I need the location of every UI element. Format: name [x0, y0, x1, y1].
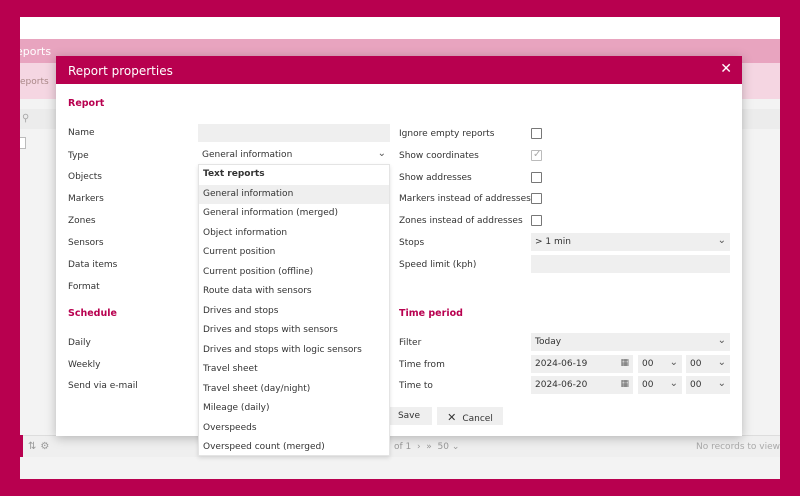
dropdown-option[interactable]: Drives and stops with logic sensors	[199, 341, 389, 361]
report-properties-dialog: Report properties ✕ Report Name Type Gen…	[56, 56, 742, 456]
speed-limit-input[interactable]	[531, 255, 730, 273]
chevron-down-icon: ⌄	[377, 148, 386, 159]
format-label: Format	[68, 282, 100, 292]
dropdown-option[interactable]: Current position (offline)	[199, 263, 389, 283]
dropdown-option[interactable]: Mileage (daily)	[199, 399, 389, 419]
send-email-label: Send via e-mail	[68, 381, 138, 391]
search-icon: ⚲	[22, 113, 30, 124]
stops-select-value: > 1 min	[535, 237, 571, 247]
zones-instead-checkbox[interactable]	[531, 215, 542, 226]
show-coordinates-checkbox[interactable]	[531, 149, 542, 161]
markers-instead-label: Markers instead of addresses	[399, 194, 531, 204]
time-to-hour-select[interactable]: 00 ⌄	[638, 376, 682, 394]
stops-label: Stops	[399, 238, 425, 248]
dropdown-option[interactable]: Travel sheet (day/night)	[199, 380, 389, 400]
time-to-date-value: 2024-06-20	[535, 380, 588, 390]
name-input[interactable]	[198, 124, 390, 142]
cancel-button[interactable]: ✕ Cancel	[437, 407, 503, 425]
data-items-label: Data items	[68, 260, 118, 270]
time-to-date-input[interactable]: 2024-06-20 ▦	[531, 376, 633, 394]
markers-label: Markers	[68, 194, 104, 204]
app-left-accent	[20, 435, 23, 457]
show-addresses-label: Show addresses	[399, 173, 472, 183]
ignore-empty-label: Ignore empty reports	[399, 129, 495, 139]
show-addresses-checkbox[interactable]	[531, 172, 542, 183]
dropdown-option[interactable]: Drives and stops with sensors	[199, 321, 389, 341]
type-label: Type	[68, 151, 89, 161]
markers-instead-checkbox[interactable]	[531, 193, 542, 204]
type-select[interactable]: General information ⌄	[198, 146, 390, 164]
report-section-title: Report	[68, 98, 105, 109]
name-label: Name	[68, 128, 95, 138]
objects-label: Objects	[68, 172, 103, 182]
filter-select-value: Today	[535, 337, 562, 347]
app-header-title: eports	[20, 45, 52, 58]
zones-label: Zones	[68, 216, 96, 226]
time-from-date-value: 2024-06-19	[535, 359, 588, 369]
schedule-section-title: Schedule	[68, 308, 117, 319]
cancel-button-label: Cancel	[462, 414, 493, 424]
dropdown-option[interactable]: Overspeeds	[199, 419, 389, 439]
time-from-date-input[interactable]: 2024-06-19 ▦	[531, 355, 633, 373]
chevron-down-icon: ⌄	[669, 357, 678, 368]
refresh-icon[interactable]: ⇅⚙	[28, 441, 53, 452]
dropdown-option[interactable]: Object information	[199, 224, 389, 244]
chevron-down-icon: ⌄	[717, 378, 726, 389]
dropdown-option[interactable]: Current position	[199, 243, 389, 263]
weekly-label: Weekly	[68, 360, 101, 370]
dialog-title-bar: Report properties ✕	[56, 56, 742, 84]
speed-limit-label: Speed limit (kph)	[399, 260, 477, 270]
time-to-label: Time to	[399, 381, 433, 391]
close-icon[interactable]: ✕	[720, 61, 732, 77]
filter-select[interactable]: Today ⌄	[531, 333, 730, 351]
dropdown-option[interactable]: Travel sheet	[199, 360, 389, 380]
dropdown-group-label: Text reports	[203, 169, 265, 179]
chevron-down-icon: ⌄	[669, 378, 678, 389]
chevron-down-icon: ⌄	[717, 357, 726, 368]
time-from-minute-select[interactable]: 00 ⌄	[686, 355, 730, 373]
app-footer: ⇅⚙ of 1 › » 50 ⌄ No records to view	[20, 435, 780, 457]
calendar-icon[interactable]: ▦	[620, 358, 629, 368]
calendar-icon[interactable]: ▦	[620, 379, 629, 389]
save-button-label: Save	[397, 411, 421, 421]
time-to-minute-select[interactable]: 00 ⌄	[686, 376, 730, 394]
close-icon: ✕	[447, 411, 457, 424]
type-dropdown-list: Text reports General information General…	[198, 164, 390, 456]
zones-instead-label: Zones instead of addresses	[399, 216, 523, 226]
chevron-down-icon: ⌄	[717, 235, 726, 246]
dialog-title: Report properties	[68, 64, 173, 78]
time-to-hour-value: 00	[642, 380, 654, 390]
footer-status: No records to view	[695, 442, 780, 452]
pager-size[interactable]: 50	[438, 442, 449, 452]
chevron-down-icon: ⌄	[717, 335, 726, 346]
time-to-minute-value: 00	[690, 380, 702, 390]
time-period-section-title: Time period	[399, 308, 463, 319]
dropdown-option[interactable]: General information (merged)	[199, 204, 389, 224]
pager-text: of 1	[394, 442, 412, 452]
dropdown-option[interactable]: General information	[199, 184, 389, 204]
type-select-value: General information	[202, 150, 293, 160]
app-select-all-checkbox[interactable]	[20, 137, 26, 149]
pager: of 1 › » 50 ⌄	[394, 442, 460, 452]
dropdown-option[interactable]: Route data with sensors	[199, 282, 389, 302]
stops-select[interactable]: > 1 min ⌄	[531, 233, 730, 251]
dropdown-option[interactable]: Drives and stops	[199, 302, 389, 322]
time-from-hour-select[interactable]: 00 ⌄	[638, 355, 682, 373]
save-button[interactable]: Save	[386, 407, 432, 425]
daily-label: Daily	[68, 338, 91, 348]
sensors-label: Sensors	[68, 238, 104, 248]
app-sub-title: eports	[20, 77, 49, 87]
filter-label: Filter	[399, 338, 422, 348]
dropdown-option[interactable]: Overspeed count (merged)	[199, 438, 389, 458]
show-coordinates-label: Show coordinates	[399, 151, 479, 161]
app-top-bar	[20, 17, 780, 39]
time-from-label: Time from	[399, 360, 445, 370]
ignore-empty-checkbox[interactable]	[531, 128, 542, 139]
time-from-hour-value: 00	[642, 359, 654, 369]
time-from-minute-value: 00	[690, 359, 702, 369]
